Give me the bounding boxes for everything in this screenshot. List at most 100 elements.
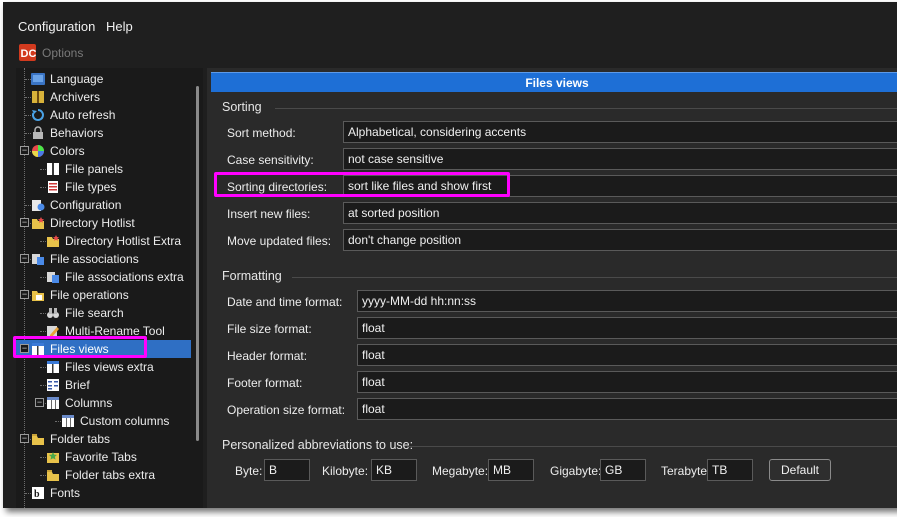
tree-item-fonts[interactable]: b Fonts [16,484,191,502]
svg-text:b: b [34,489,40,500]
tree-item-label: Folder tabs extra [65,468,156,482]
tree-item-colors[interactable]: − Colors [16,142,191,160]
tree-item-folder-tabs[interactable]: − Folder tabs [16,430,191,448]
tree-expander-icon[interactable]: − [20,218,29,227]
byte-input[interactable]: B [264,459,310,481]
tree-item-label: Brief [65,378,90,392]
insert-new-files-select[interactable]: at sorted position [343,202,903,224]
insert-new-files-label: Insert new files: [227,207,311,221]
file-associations-icon [47,272,59,283]
operation-size-format-select[interactable]: float [357,398,903,420]
tree-item-configuration[interactable]: Configuration [16,196,191,214]
date-time-format-input[interactable]: yyyy-MM-dd hh:nn:ss [357,290,903,312]
tree-expander-icon[interactable]: − [20,434,29,443]
tree-item-folder-tabs-extra[interactable]: Folder tabs extra [16,466,191,484]
tree-item-label: Favorite Tabs [65,450,137,464]
gigabyte-input[interactable]: GB [600,459,646,481]
folder-tabs-icon [47,470,59,481]
configuration-icon [32,200,45,211]
tree-item-label: Directory Hotlist [50,216,135,230]
tree-item-label: Files views extra [65,360,154,374]
tree-item-multi-rename-tool[interactable]: Multi-Rename Tool [16,322,191,340]
file-associations-icon [32,254,44,265]
tree-item-file-types[interactable]: File types [16,178,191,196]
footer-format-select[interactable]: float [357,371,903,393]
file-size-format-select[interactable]: float [357,317,903,339]
files-views-page: Files views Sorting Sort method: Alphabe… [207,68,903,508]
tree-item-brief[interactable]: Brief [16,376,191,394]
move-updated-files-label: Move updated files: [227,234,332,248]
color-wheel-icon [32,145,44,157]
tree-item-directory-hotlist[interactable]: − Directory Hotlist [16,214,191,232]
tree-item-file-operations[interactable]: − File operations [16,286,191,304]
tree-expander-icon[interactable]: − [20,290,29,299]
tree-item-auto-refresh[interactable]: Auto refresh [16,106,191,124]
favorite-tabs-icon [47,452,59,463]
tree-item-custom-columns[interactable]: Custom columns [16,412,191,430]
byte-label: Byte: [235,464,263,478]
terabyte-input[interactable]: TB [707,459,753,481]
tree-item-label: Custom columns [80,414,170,428]
files-views-icon [32,343,44,355]
file-panels-icon [47,163,59,175]
tree-item-label: File types [65,180,117,194]
formatting-group-divider [292,277,903,278]
tree-item-language[interactable]: Language [16,70,191,88]
lock-icon [33,126,43,139]
binoculars-icon [47,308,59,318]
tree-item-label: Configuration [50,198,122,212]
tree-item-file-panels[interactable]: File panels [16,160,191,178]
tree-item-label: Folder tabs [50,432,111,446]
sorting-group-title: Sorting [222,100,262,114]
folder-tabs-icon [32,434,44,445]
tree-scrollbar-thumb[interactable] [196,86,199,441]
header-format-select[interactable]: float [357,344,903,366]
tree-expander-icon[interactable]: − [20,344,29,353]
tree-expander-icon[interactable]: − [20,146,29,155]
tree-item-label: Language [50,72,104,86]
tree-scrollbar[interactable] [191,68,203,508]
archive-icon [32,91,44,103]
case-sensitivity-select[interactable]: not case sensitive [343,148,903,170]
double-commander-icon: DC [19,44,36,61]
megabyte-input[interactable]: MB [488,459,534,481]
language-icon [31,73,45,85]
tree-item-archivers[interactable]: Archivers [16,88,191,106]
fonts-icon: b [32,487,44,500]
menu-help[interactable]: Help [106,19,133,34]
columns-icon [47,397,59,409]
tree-item-label: Archivers [50,90,101,104]
tree-expander-icon[interactable]: − [35,398,44,407]
tree-item-files-views-extra[interactable]: Files views extra [16,358,191,376]
tree-item-label: File search [65,306,124,320]
tree-item-file-search[interactable]: File search [16,304,191,322]
operation-size-format-label: Operation size format: [227,403,346,417]
menu-configuration[interactable]: Configuration [18,19,95,34]
options-window: Configuration Help DC Options Language Ar… [3,2,903,508]
tree-item-directory-hotlist-extra[interactable]: Directory Hotlist Extra [16,232,191,250]
formatting-group-title: Formatting [222,269,282,283]
move-updated-files-select[interactable]: don't change position [343,229,903,251]
sorting-directories-select[interactable]: sort like files and show first [343,175,903,197]
refresh-icon [31,109,44,121]
default-button[interactable]: Default [769,459,831,481]
tree-item-files-views[interactable]: − Files views [16,340,191,358]
tree-expander-icon[interactable]: − [20,254,29,263]
tree-item-file-associations-extra[interactable]: File associations extra [16,268,191,286]
files-views-icon [47,361,59,373]
tree-item-label: File associations [50,252,139,266]
menu-bar: Configuration Help [3,2,903,36]
tree-item-behaviors[interactable]: Behaviors [16,124,191,142]
megabyte-label: Megabyte: [432,464,489,478]
kilobyte-input[interactable]: KB [371,459,417,481]
abbreviations-group-divider [407,446,903,447]
tree-item-label: File panels [65,162,124,176]
options-tree[interactable]: Language Archivers Auto refresh Behaviors − C… [16,68,191,508]
date-time-format-label: Date and time format: [227,295,343,309]
columns-icon [62,415,74,427]
tree-item-label: Columns [65,396,113,410]
tree-item-favorite-tabs[interactable]: Favorite Tabs [16,448,191,466]
tree-item-columns[interactable]: − Columns [16,394,191,412]
sort-method-select[interactable]: Alphabetical, considering accents [343,121,903,143]
tree-item-file-associations[interactable]: − File associations [16,250,191,268]
